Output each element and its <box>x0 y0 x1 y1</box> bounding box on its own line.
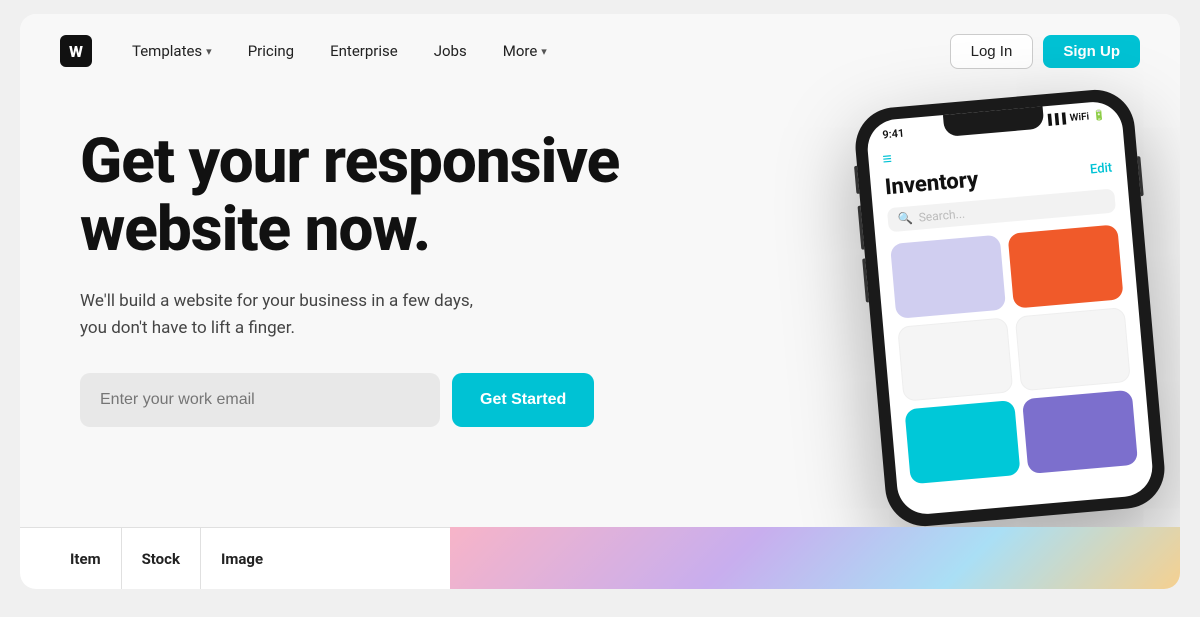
hero-left: Get your responsive website now. We'll b… <box>80 118 652 427</box>
table-preview: Item Stock Image <box>20 527 450 589</box>
battery-icon: 🔋 <box>1093 110 1106 122</box>
phone-edit-button[interactable]: Edit <box>1089 161 1112 178</box>
bottom-strip: Item Stock Image <box>20 527 1180 589</box>
grid-item-orange <box>1008 224 1124 308</box>
nav-pricing[interactable]: Pricing <box>234 34 308 68</box>
table-col-image: Image <box>201 528 283 589</box>
chevron-down-icon: ▾ <box>206 45 212 58</box>
grid-item-cyan <box>904 400 1020 484</box>
search-icon: 🔍 <box>897 211 913 226</box>
nav-enterprise[interactable]: Enterprise <box>316 34 412 68</box>
phone-power-button <box>1137 156 1143 196</box>
signup-button[interactable]: Sign Up <box>1043 35 1140 68</box>
svg-text:W: W <box>69 42 83 61</box>
grid-item-lavender <box>890 235 1006 319</box>
nav-left: W Templates ▾ Pricing Enterprise Jobs Mo… <box>60 34 561 68</box>
phone-inventory-title: Inventory <box>884 167 979 200</box>
nav-jobs[interactable]: Jobs <box>420 34 481 68</box>
wifi-icon: WiFi <box>1069 111 1089 124</box>
phone-screen: 9:41 ▐▐▐ WiFi 🔋 ≡ Inventory Edit <box>865 100 1155 517</box>
get-started-button[interactable]: Get Started <box>452 373 594 427</box>
grid-item-white <box>897 317 1013 401</box>
phone-volume-up-button <box>858 206 865 250</box>
email-input[interactable] <box>80 373 440 427</box>
main-container: W Templates ▾ Pricing Enterprise Jobs Mo… <box>20 14 1180 589</box>
hero-title: Get your responsive website now. <box>80 128 652 264</box>
nav-actions: Log In Sign Up <box>950 34 1140 69</box>
bottom-gradient <box>450 527 1180 589</box>
phone-content: ≡ Inventory Edit 🔍 Search... <box>867 123 1152 486</box>
chevron-down-icon-more: ▾ <box>541 45 547 58</box>
hero-right: 9:41 ▐▐▐ WiFi 🔋 ≡ Inventory Edit <box>652 118 1120 538</box>
nav-more[interactable]: More ▾ <box>489 34 561 68</box>
logo-icon: W <box>60 35 92 67</box>
phone-search-placeholder: Search... <box>918 207 965 225</box>
grid-item-white2 <box>1015 307 1131 391</box>
hero-form: Get Started <box>80 373 652 427</box>
table-col-stock: Stock <box>122 528 201 589</box>
signal-icon: ▐▐▐ <box>1044 113 1066 126</box>
phone-mockup: 9:41 ▐▐▐ WiFi 🔋 ≡ Inventory Edit <box>852 87 1168 530</box>
hero-section: Get your responsive website now. We'll b… <box>20 88 1180 538</box>
navbar: W Templates ▾ Pricing Enterprise Jobs Mo… <box>20 14 1180 88</box>
nav-links: Templates ▾ Pricing Enterprise Jobs More… <box>118 34 561 68</box>
login-button[interactable]: Log In <box>950 34 1034 69</box>
grid-item-purple <box>1022 390 1138 474</box>
hero-subtitle: We'll build a website for your business … <box>80 288 500 341</box>
phone-volume-down-button <box>862 258 869 302</box>
table-col-item: Item <box>50 528 122 589</box>
phone-mute-button <box>854 166 859 194</box>
phone-grid <box>890 224 1138 484</box>
phone-time: 9:41 <box>882 127 905 142</box>
nav-templates[interactable]: Templates ▾ <box>118 34 226 68</box>
